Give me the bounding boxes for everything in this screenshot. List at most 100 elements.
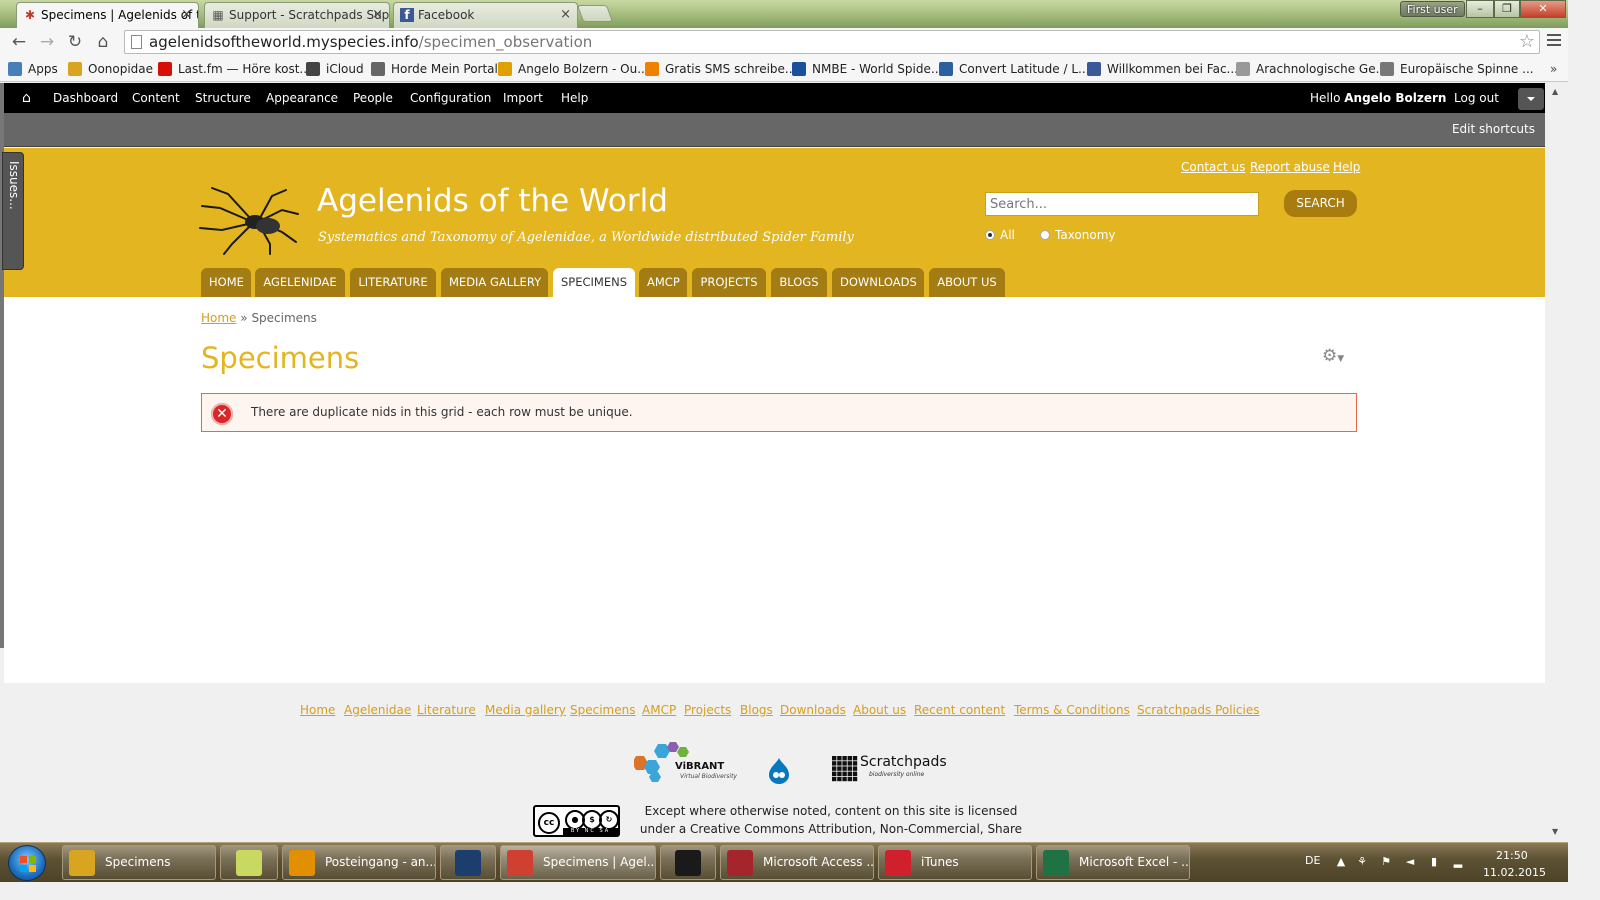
bookmark-item[interactable]: Europäische Spinne ...	[1380, 56, 1534, 82]
footer-link[interactable]: Media gallery	[485, 703, 566, 717]
footer-link[interactable]: Agelenidae	[344, 703, 411, 717]
contact-us-link[interactable]: Contact us	[1181, 160, 1245, 174]
nav-tab-downloads[interactable]: DOWNLOADS	[832, 268, 924, 297]
admin-menu-dashboard[interactable]: Dashboard	[53, 83, 118, 113]
footer-link[interactable]: AMCP	[642, 703, 676, 717]
nav-tab-amcp[interactable]: AMCP	[639, 268, 687, 297]
bookmark-item[interactable]: Willkommen bei Fac...	[1087, 56, 1238, 82]
nav-tab-blogs[interactable]: BLOGS	[771, 268, 827, 297]
taskbar-button[interactable]: Posteingang - an...	[282, 845, 436, 880]
footer-link[interactable]: Literature	[417, 703, 476, 717]
language-indicator[interactable]: DE	[1305, 854, 1320, 867]
clock-time[interactable]: 21:50	[1496, 849, 1528, 862]
taskbar-button[interactable]: Specimens | Agel...	[500, 845, 656, 880]
bookmark-item[interactable]: Apps	[8, 56, 58, 82]
nav-tab-media-gallery[interactable]: MEDIA GALLERY	[441, 268, 548, 297]
taskbar-button[interactable]: Specimens	[62, 845, 216, 880]
action-center-flag-icon[interactable]: ⚑	[1380, 856, 1392, 868]
scroll-up-icon[interactable]: ▲	[1552, 87, 1558, 96]
browser-tab[interactable]: ✱ Specimens | Agelenids of t ×	[16, 2, 199, 28]
scroll-down-icon[interactable]: ▼	[1552, 827, 1558, 836]
admin-menu-configuration[interactable]: Configuration	[410, 83, 491, 113]
shortcuts-toggle-button[interactable]	[1518, 88, 1544, 110]
nav-tab-about-us[interactable]: ABOUT US	[929, 268, 1005, 297]
search-input[interactable]	[985, 192, 1259, 216]
admin-menu-structure[interactable]: Structure	[195, 83, 251, 113]
bookmark-item[interactable]: Gratis SMS schreibe...	[645, 56, 796, 82]
bookmark-item[interactable]: Horde Mein Portal	[371, 56, 498, 82]
bookmark-item[interactable]: Oonopidae	[68, 56, 153, 82]
admin-menu-help[interactable]: Help	[561, 83, 588, 113]
bookmark-item[interactable]: iCloud	[306, 56, 364, 82]
taskbar-button[interactable]	[440, 845, 496, 880]
close-tab-icon[interactable]: ×	[181, 3, 192, 27]
contextual-gear-icon[interactable]: ⚙▼	[1322, 346, 1344, 366]
clock-date[interactable]: 11.02.2015	[1483, 866, 1546, 879]
bookmark-item[interactable]: Arachnologische Ge...	[1236, 56, 1387, 82]
show-hidden-icons-icon[interactable]: ▲	[1335, 856, 1347, 868]
close-tab-icon[interactable]: ×	[560, 3, 571, 27]
nav-tab-home[interactable]: HOME	[201, 268, 251, 297]
volume-icon[interactable]: ◄	[1404, 856, 1416, 868]
nav-tab-agelenidae[interactable]: AGELENIDAE	[255, 268, 345, 297]
footer-link[interactable]: Scratchpads Policies	[1137, 703, 1259, 717]
logout-link[interactable]: Log out	[1454, 83, 1499, 113]
admin-home-icon[interactable]: ⌂	[22, 83, 31, 113]
footer-link[interactable]: Home	[300, 703, 335, 717]
bookmark-item[interactable]: Angelo Bolzern - Ou...	[498, 56, 649, 82]
footer-link[interactable]: Downloads	[780, 703, 846, 717]
bookmark-item[interactable]: NMBE - World Spide...	[792, 56, 942, 82]
footer-link[interactable]: Projects	[684, 703, 731, 717]
power-icon[interactable]: ▮	[1428, 856, 1440, 868]
browser-tab[interactable]: ▦ Support - Scratchpads Sup ×	[204, 2, 390, 28]
footer-link[interactable]: Blogs	[740, 703, 773, 717]
footer-link[interactable]: Recent content	[914, 703, 1005, 717]
user-name[interactable]: Angelo Bolzern	[1344, 91, 1446, 105]
admin-menu-import[interactable]: Import	[503, 83, 543, 113]
back-icon[interactable]: ←	[8, 31, 30, 53]
taskbar-button[interactable]: Microsoft Access ...	[720, 845, 874, 880]
taskbar-button[interactable]: Microsoft Excel - ...	[1036, 845, 1190, 880]
maximize-button[interactable]: ❐	[1494, 0, 1520, 18]
new-tab-button[interactable]	[576, 5, 614, 22]
nav-tab-literature[interactable]: LITERATURE	[350, 268, 436, 297]
browser-menu-icon[interactable]	[1547, 34, 1561, 48]
footer-link[interactable]: About us	[853, 703, 906, 717]
admin-menu-content[interactable]: Content	[132, 83, 180, 113]
search-scope-all-radio[interactable]: All	[985, 227, 1015, 243]
minimize-button[interactable]: –	[1466, 0, 1494, 18]
close-tab-icon[interactable]: ×	[372, 3, 383, 27]
scratchpads-logo-icon[interactable]	[832, 756, 858, 782]
bookmark-item[interactable]: Last.fm — Höre kost...	[158, 56, 311, 82]
breadcrumb-home-link[interactable]: Home	[201, 311, 236, 325]
search-scope-taxonomy-radio[interactable]: Taxonomy	[1040, 227, 1116, 243]
admin-menu-people[interactable]: People	[353, 83, 393, 113]
start-button[interactable]	[8, 845, 46, 881]
help-link[interactable]: Help	[1333, 160, 1360, 174]
issues-tab[interactable]: Issues...	[2, 152, 24, 270]
nav-tab-specimens[interactable]: SPECIMENS	[553, 268, 635, 297]
bookmark-star-icon[interactable]: ☆	[1519, 31, 1535, 53]
footer-link[interactable]: Terms & Conditions	[1014, 703, 1130, 717]
close-window-button[interactable]: ✕	[1520, 0, 1566, 18]
drupal-logo-icon[interactable]	[767, 757, 791, 785]
profile-button[interactable]: First user	[1400, 1, 1465, 17]
site-name[interactable]: Agelenids of the World	[317, 183, 668, 219]
search-button[interactable]: SEARCH	[1284, 190, 1357, 217]
footer-link[interactable]: Specimens	[570, 703, 635, 717]
admin-menu-appearance[interactable]: Appearance	[266, 83, 338, 113]
taskbar-button[interactable]	[660, 845, 716, 880]
report-abuse-link[interactable]: Report abuse	[1250, 160, 1330, 174]
edit-shortcuts-link[interactable]: Edit shortcuts	[1452, 113, 1535, 145]
taskbar-button[interactable]: iTunes	[878, 845, 1032, 880]
more-bookmarks-icon[interactable]: »	[1550, 56, 1557, 82]
nav-tab-projects[interactable]: PROJECTS	[692, 268, 766, 297]
forward-icon[interactable]: →	[36, 31, 58, 53]
home-icon[interactable]: ⌂	[92, 31, 114, 53]
creative-commons-badge-icon[interactable]: cc ● $ ↻ BY NC SA	[533, 805, 620, 837]
bookmark-item[interactable]: Convert Latitude / L...	[939, 56, 1089, 82]
taskbar-button[interactable]	[220, 845, 278, 880]
browser-tab[interactable]: f Facebook ×	[393, 2, 578, 28]
signal-bars-icon[interactable]: ▂	[1452, 856, 1464, 868]
network-share-icon[interactable]: ⚘	[1356, 856, 1368, 868]
